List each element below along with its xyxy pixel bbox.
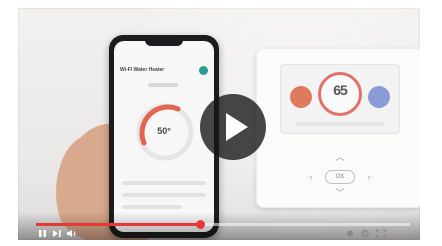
volume-icon[interactable] (66, 229, 78, 238)
thermostat-temperature: 65 (333, 82, 348, 98)
play-button[interactable] (200, 94, 266, 160)
progress-knob[interactable] (196, 220, 206, 229)
app-subtitle-bar (148, 83, 178, 87)
fullscreen-icon[interactable] (376, 229, 386, 238)
app-row (122, 193, 206, 197)
heat-mode-icon (290, 86, 312, 108)
thermostat-center-button: OK (325, 170, 355, 184)
phone-screen: Wi-Fi Water Heater 50° (114, 41, 214, 232)
chevron-down-icon: ﹀ (335, 188, 345, 198)
wall-thermostat: 65 ︿ ‹ OK › ﹀ (256, 48, 420, 208)
play-pause-icon[interactable] (38, 229, 48, 238)
app-row (122, 205, 182, 209)
chevron-up-icon: ︿ (335, 152, 345, 162)
thermostat-display: 65 (280, 64, 400, 134)
dial-value: 50° (157, 126, 171, 136)
app-row (122, 181, 206, 185)
settings-gear-icon[interactable] (360, 229, 370, 238)
progress-fill (36, 223, 201, 226)
settings-dot-icon[interactable] (346, 229, 354, 238)
progress-bar[interactable] (36, 220, 410, 229)
next-icon[interactable] (52, 229, 62, 238)
app-header: Wi-Fi Water Heater (120, 63, 208, 77)
app-title: Wi-Fi Water Heater (120, 67, 165, 73)
app-avatar-icon (199, 65, 208, 75)
play-icon (226, 113, 248, 141)
chevron-right-icon: › (367, 172, 371, 182)
cool-mode-icon (368, 86, 390, 108)
display-status-bar (296, 122, 384, 126)
chevron-left-icon: ‹ (309, 172, 313, 182)
phone-notch (145, 39, 183, 46)
